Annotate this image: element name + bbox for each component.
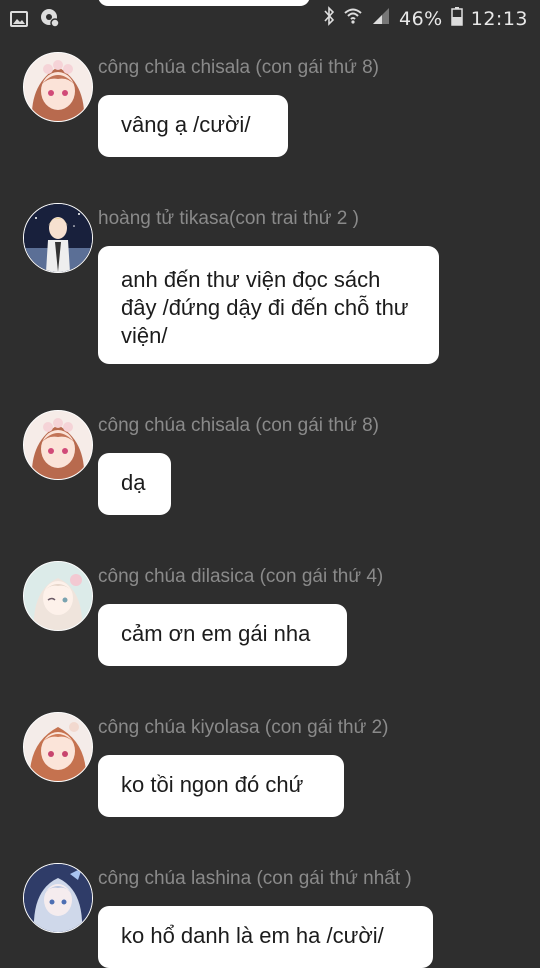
pastel-princess-avatar[interactable]	[23, 561, 93, 631]
auburn-princess-avatar[interactable]	[23, 712, 93, 782]
message-bubble[interactable]: dạ	[98, 453, 171, 515]
blond-prince-avatar[interactable]	[23, 203, 93, 273]
message-bubble[interactable]: cảm ơn em gái nha	[98, 604, 347, 666]
message-bubble[interactable]: ko hổ danh là em ha /cười/	[98, 906, 433, 968]
pink-hair-princess-avatar[interactable]	[23, 410, 93, 480]
sender-name: công chúa chisala (con gái thứ 8)	[98, 57, 379, 78]
message-bubble[interactable]: ko tồi ngon đó chứ	[98, 755, 344, 817]
message-bubble[interactable]: anh đến thư viện đọc sách đây /đứng dậy …	[98, 246, 439, 364]
gallery-notification-icon	[10, 10, 28, 33]
sender-name: công chúa dilasica (con gái thứ 4)	[98, 566, 384, 587]
clock: 12:13	[470, 7, 528, 30]
sender-name: hoàng tử tikasa(con trai thứ 2 )	[98, 208, 359, 229]
bluetooth-icon	[323, 6, 335, 31]
sender-name: công chúa kiyolasa (con gái thứ 2)	[98, 717, 389, 738]
previous-message-bubble[interactable]	[98, 0, 310, 6]
signal-icon	[371, 6, 391, 31]
app-notification-icon	[40, 8, 60, 34]
pink-hair-princess-avatar[interactable]	[23, 52, 93, 122]
message-bubble[interactable]: vâng ạ /cười/	[98, 95, 288, 157]
silver-hair-princess-avatar[interactable]	[23, 863, 93, 933]
battery-icon	[450, 6, 463, 31]
battery-percent: 46%	[399, 7, 443, 30]
sender-name: công chúa chisala (con gái thứ 8)	[98, 415, 379, 436]
wifi-icon	[343, 6, 363, 31]
sender-name: công chúa lashina (con gái thứ nhất )	[98, 868, 412, 889]
